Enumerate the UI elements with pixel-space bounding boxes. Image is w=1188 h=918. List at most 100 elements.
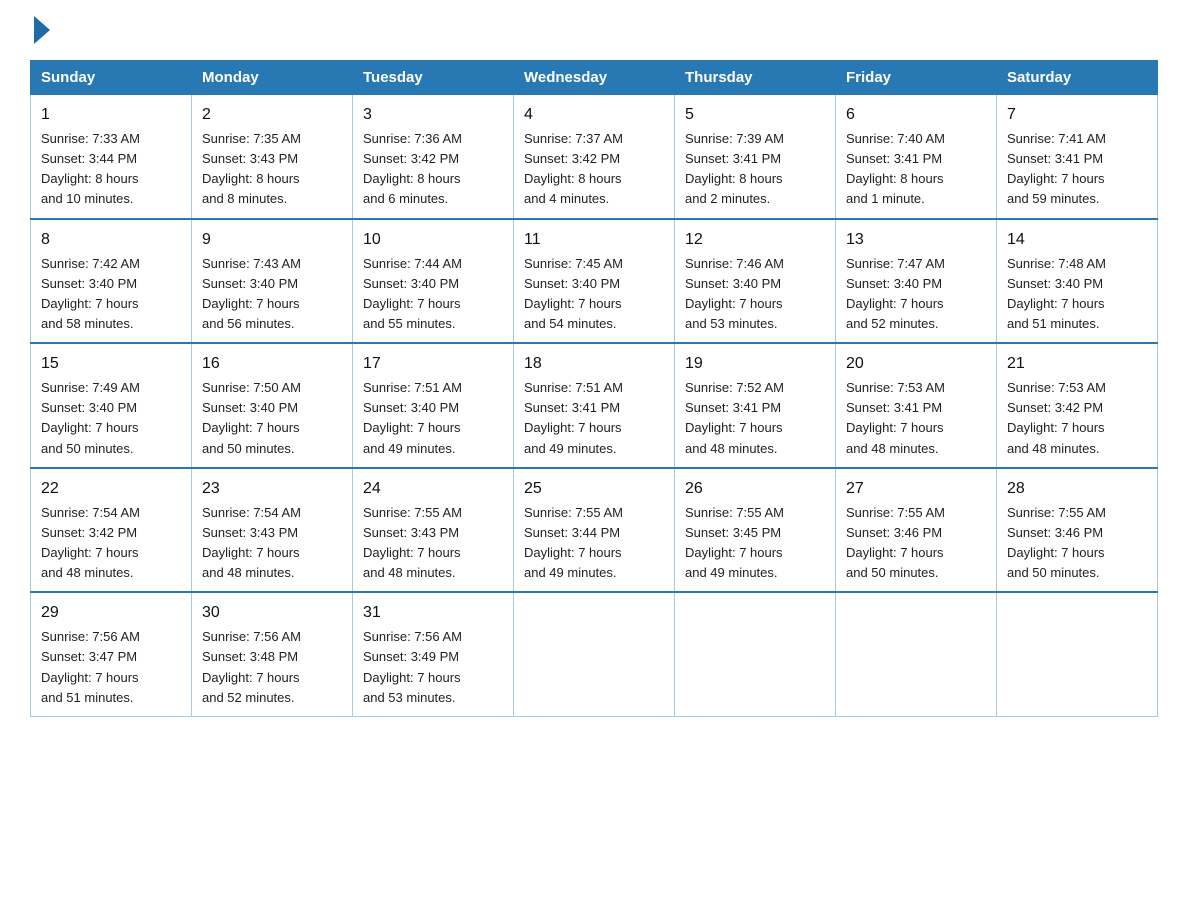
calendar-cell xyxy=(997,592,1158,716)
calendar-cell: 18 Sunrise: 7:51 AMSunset: 3:41 PMDayligh… xyxy=(514,343,675,468)
day-info: Sunrise: 7:53 AMSunset: 3:41 PMDaylight:… xyxy=(846,380,945,455)
calendar-cell: 29 Sunrise: 7:56 AMSunset: 3:47 PMDayligh… xyxy=(31,592,192,716)
day-info: Sunrise: 7:40 AMSunset: 3:41 PMDaylight:… xyxy=(846,131,945,206)
day-number: 11 xyxy=(524,228,664,252)
page-header xyxy=(30,20,1158,40)
calendar-cell: 16Sunrise: 7:50 AMSunset: 3:40 PMDayligh… xyxy=(192,343,353,468)
day-number: 26 xyxy=(685,477,825,501)
day-info: Sunrise: 7:56 AMSunset: 3:47 PMDaylight:… xyxy=(41,629,140,704)
day-info: Sunrise: 7:45 AMSunset: 3:40 PMDaylight:… xyxy=(524,256,623,331)
calendar-cell: 28 Sunrise: 7:55 AMSunset: 3:46 PMDayligh… xyxy=(997,468,1158,593)
day-number: 15 xyxy=(41,352,181,376)
day-number: 12 xyxy=(685,228,825,252)
day-number: 13 xyxy=(846,228,986,252)
day-number: 16 xyxy=(202,352,342,376)
calendar-table: SundayMondayTuesdayWednesdayThursdayFrid… xyxy=(30,60,1158,717)
calendar-cell: 15Sunrise: 7:49 AMSunset: 3:40 PMDayligh… xyxy=(31,343,192,468)
day-number: 2 xyxy=(202,103,342,127)
calendar-cell: 9 Sunrise: 7:43 AMSunset: 3:40 PMDaylight… xyxy=(192,219,353,344)
day-number: 10 xyxy=(363,228,503,252)
day-info: Sunrise: 7:51 AMSunset: 3:40 PMDaylight:… xyxy=(363,380,462,455)
calendar-week-row: 29 Sunrise: 7:56 AMSunset: 3:47 PMDayligh… xyxy=(31,592,1158,716)
calendar-cell: 26 Sunrise: 7:55 AMSunset: 3:45 PMDayligh… xyxy=(675,468,836,593)
calendar-header-row: SundayMondayTuesdayWednesdayThursdayFrid… xyxy=(31,61,1158,95)
calendar-cell: 22 Sunrise: 7:54 AMSunset: 3:42 PMDayligh… xyxy=(31,468,192,593)
day-number: 31 xyxy=(363,601,503,625)
calendar-cell: 10 Sunrise: 7:44 AMSunset: 3:40 PMDayligh… xyxy=(353,219,514,344)
day-info: Sunrise: 7:56 AMSunset: 3:48 PMDaylight:… xyxy=(202,629,301,704)
day-info: Sunrise: 7:33 AMSunset: 3:44 PMDaylight:… xyxy=(41,131,140,206)
calendar-header-monday: Monday xyxy=(192,61,353,95)
day-info: Sunrise: 7:39 AMSunset: 3:41 PMDaylight:… xyxy=(685,131,784,206)
day-number: 29 xyxy=(41,601,181,625)
calendar-week-row: 22 Sunrise: 7:54 AMSunset: 3:42 PMDayligh… xyxy=(31,468,1158,593)
day-info: Sunrise: 7:55 AMSunset: 3:46 PMDaylight:… xyxy=(1007,505,1106,580)
calendar-cell: 8Sunrise: 7:42 AMSunset: 3:40 PMDaylight… xyxy=(31,219,192,344)
calendar-cell: 3 Sunrise: 7:36 AMSunset: 3:42 PMDaylight… xyxy=(353,95,514,219)
day-number: 27 xyxy=(846,477,986,501)
day-info: Sunrise: 7:36 AMSunset: 3:42 PMDaylight:… xyxy=(363,131,462,206)
calendar-header-sunday: Sunday xyxy=(31,61,192,95)
day-number: 14 xyxy=(1007,228,1147,252)
calendar-header-friday: Friday xyxy=(836,61,997,95)
calendar-week-row: 1 Sunrise: 7:33 AMSunset: 3:44 PMDaylight… xyxy=(31,95,1158,219)
day-number: 7 xyxy=(1007,103,1147,127)
calendar-cell: 1 Sunrise: 7:33 AMSunset: 3:44 PMDaylight… xyxy=(31,95,192,219)
calendar-cell: 6 Sunrise: 7:40 AMSunset: 3:41 PMDaylight… xyxy=(836,95,997,219)
calendar-week-row: 15Sunrise: 7:49 AMSunset: 3:40 PMDayligh… xyxy=(31,343,1158,468)
day-number: 30 xyxy=(202,601,342,625)
day-number: 17 xyxy=(363,352,503,376)
day-info: Sunrise: 7:55 AMSunset: 3:46 PMDaylight:… xyxy=(846,505,945,580)
calendar-cell: 7Sunrise: 7:41 AMSunset: 3:41 PMDaylight… xyxy=(997,95,1158,219)
day-info: Sunrise: 7:51 AMSunset: 3:41 PMDaylight:… xyxy=(524,380,623,455)
calendar-cell: 12 Sunrise: 7:46 AMSunset: 3:40 PMDayligh… xyxy=(675,219,836,344)
calendar-cell: 2 Sunrise: 7:35 AMSunset: 3:43 PMDaylight… xyxy=(192,95,353,219)
day-info: Sunrise: 7:55 AMSunset: 3:45 PMDaylight:… xyxy=(685,505,784,580)
calendar-cell: 24 Sunrise: 7:55 AMSunset: 3:43 PMDayligh… xyxy=(353,468,514,593)
day-number: 9 xyxy=(202,228,342,252)
calendar-week-row: 8Sunrise: 7:42 AMSunset: 3:40 PMDaylight… xyxy=(31,219,1158,344)
calendar-cell: 17 Sunrise: 7:51 AMSunset: 3:40 PMDayligh… xyxy=(353,343,514,468)
calendar-cell: 4Sunrise: 7:37 AMSunset: 3:42 PMDaylight… xyxy=(514,95,675,219)
day-number: 18 xyxy=(524,352,664,376)
calendar-cell xyxy=(514,592,675,716)
day-info: Sunrise: 7:54 AMSunset: 3:42 PMDaylight:… xyxy=(41,505,140,580)
day-number: 19 xyxy=(685,352,825,376)
calendar-cell: 5 Sunrise: 7:39 AMSunset: 3:41 PMDaylight… xyxy=(675,95,836,219)
calendar-cell: 31 Sunrise: 7:56 AMSunset: 3:49 PMDayligh… xyxy=(353,592,514,716)
day-info: Sunrise: 7:47 AMSunset: 3:40 PMDaylight:… xyxy=(846,256,945,331)
day-number: 24 xyxy=(363,477,503,501)
day-number: 23 xyxy=(202,477,342,501)
calendar-header-thursday: Thursday xyxy=(675,61,836,95)
calendar-header-saturday: Saturday xyxy=(997,61,1158,95)
day-number: 22 xyxy=(41,477,181,501)
day-info: Sunrise: 7:54 AMSunset: 3:43 PMDaylight:… xyxy=(202,505,301,580)
day-number: 6 xyxy=(846,103,986,127)
day-number: 20 xyxy=(846,352,986,376)
day-info: Sunrise: 7:56 AMSunset: 3:49 PMDaylight:… xyxy=(363,629,462,704)
calendar-cell: 14 Sunrise: 7:48 AMSunset: 3:40 PMDayligh… xyxy=(997,219,1158,344)
calendar-cell: 25Sunrise: 7:55 AMSunset: 3:44 PMDayligh… xyxy=(514,468,675,593)
calendar-cell: 30 Sunrise: 7:56 AMSunset: 3:48 PMDayligh… xyxy=(192,592,353,716)
day-info: Sunrise: 7:35 AMSunset: 3:43 PMDaylight:… xyxy=(202,131,301,206)
day-info: Sunrise: 7:48 AMSunset: 3:40 PMDaylight:… xyxy=(1007,256,1106,331)
day-number: 21 xyxy=(1007,352,1147,376)
day-info: Sunrise: 7:37 AMSunset: 3:42 PMDaylight:… xyxy=(524,131,623,206)
day-info: Sunrise: 7:52 AMSunset: 3:41 PMDaylight:… xyxy=(685,380,784,455)
day-info: Sunrise: 7:55 AMSunset: 3:43 PMDaylight:… xyxy=(363,505,462,580)
day-info: Sunrise: 7:44 AMSunset: 3:40 PMDaylight:… xyxy=(363,256,462,331)
day-number: 8 xyxy=(41,228,181,252)
calendar-cell: 23 Sunrise: 7:54 AMSunset: 3:43 PMDayligh… xyxy=(192,468,353,593)
day-info: Sunrise: 7:46 AMSunset: 3:40 PMDaylight:… xyxy=(685,256,784,331)
logo xyxy=(30,20,50,40)
day-number: 1 xyxy=(41,103,181,127)
calendar-cell xyxy=(836,592,997,716)
day-number: 5 xyxy=(685,103,825,127)
day-number: 3 xyxy=(363,103,503,127)
day-info: Sunrise: 7:43 AMSunset: 3:40 PMDaylight:… xyxy=(202,256,301,331)
day-number: 28 xyxy=(1007,477,1147,501)
calendar-cell: 27 Sunrise: 7:55 AMSunset: 3:46 PMDayligh… xyxy=(836,468,997,593)
calendar-cell: 19 Sunrise: 7:52 AMSunset: 3:41 PMDayligh… xyxy=(675,343,836,468)
calendar-cell: 11 Sunrise: 7:45 AMSunset: 3:40 PMDayligh… xyxy=(514,219,675,344)
day-number: 25 xyxy=(524,477,664,501)
